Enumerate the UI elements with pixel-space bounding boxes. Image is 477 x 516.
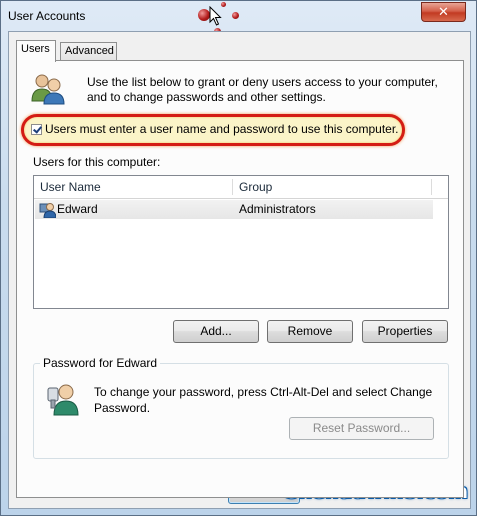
user-name-cell: Edward (57, 202, 98, 216)
remove-user-button[interactable]: Remove (267, 320, 353, 343)
close-button[interactable]: ✕ (421, 2, 466, 22)
password-group-label: Password for Edward (40, 356, 161, 370)
column-divider[interactable] (431, 179, 432, 195)
reset-password-button[interactable]: Reset Password... (289, 417, 434, 440)
group-cell: Administrators (239, 202, 316, 216)
users-tab-panel: Use the list below to grant or deny user… (16, 60, 464, 498)
title-bar[interactable]: User Accounts ✕ (1, 1, 476, 35)
highlight-ring: Users must enter a user name and passwor… (21, 114, 405, 146)
column-header-user-name[interactable]: User Name (34, 176, 232, 198)
users-icon (31, 74, 65, 105)
column-header-group[interactable]: Group (233, 176, 431, 198)
password-groupbox: Password for Edward To change your passw… (33, 356, 449, 459)
list-header: User Name Group (34, 176, 448, 199)
decorative-orb-icon (232, 12, 239, 19)
add-user-button[interactable]: Add... (173, 320, 259, 343)
require-login-label[interactable]: Users must enter a user name and passwor… (45, 122, 399, 136)
user-accounts-window: User Accounts ✕ Users Advanced Use the l… (0, 0, 477, 516)
user-icon (39, 203, 56, 218)
users-list-label: Users for this computer: (33, 155, 161, 169)
user-key-icon (47, 384, 79, 416)
users-list[interactable]: User Name Group Edward Administrators (33, 175, 449, 309)
mouse-pointer-icon (209, 6, 222, 26)
require-login-checkbox[interactable] (31, 124, 42, 135)
window-title: User Accounts (8, 9, 86, 23)
tab-users[interactable]: Users (16, 40, 56, 62)
properties-button[interactable]: Properties (362, 320, 448, 343)
table-row[interactable]: Edward Administrators (35, 200, 433, 219)
intro-text: Use the list below to grant or deny user… (87, 75, 438, 104)
tab-advanced[interactable]: Advanced (60, 42, 117, 61)
password-help-text: To change your password, press Ctrl-Alt-… (94, 385, 433, 415)
dialog-body: Users Advanced Use the list below to gra… (8, 31, 471, 509)
